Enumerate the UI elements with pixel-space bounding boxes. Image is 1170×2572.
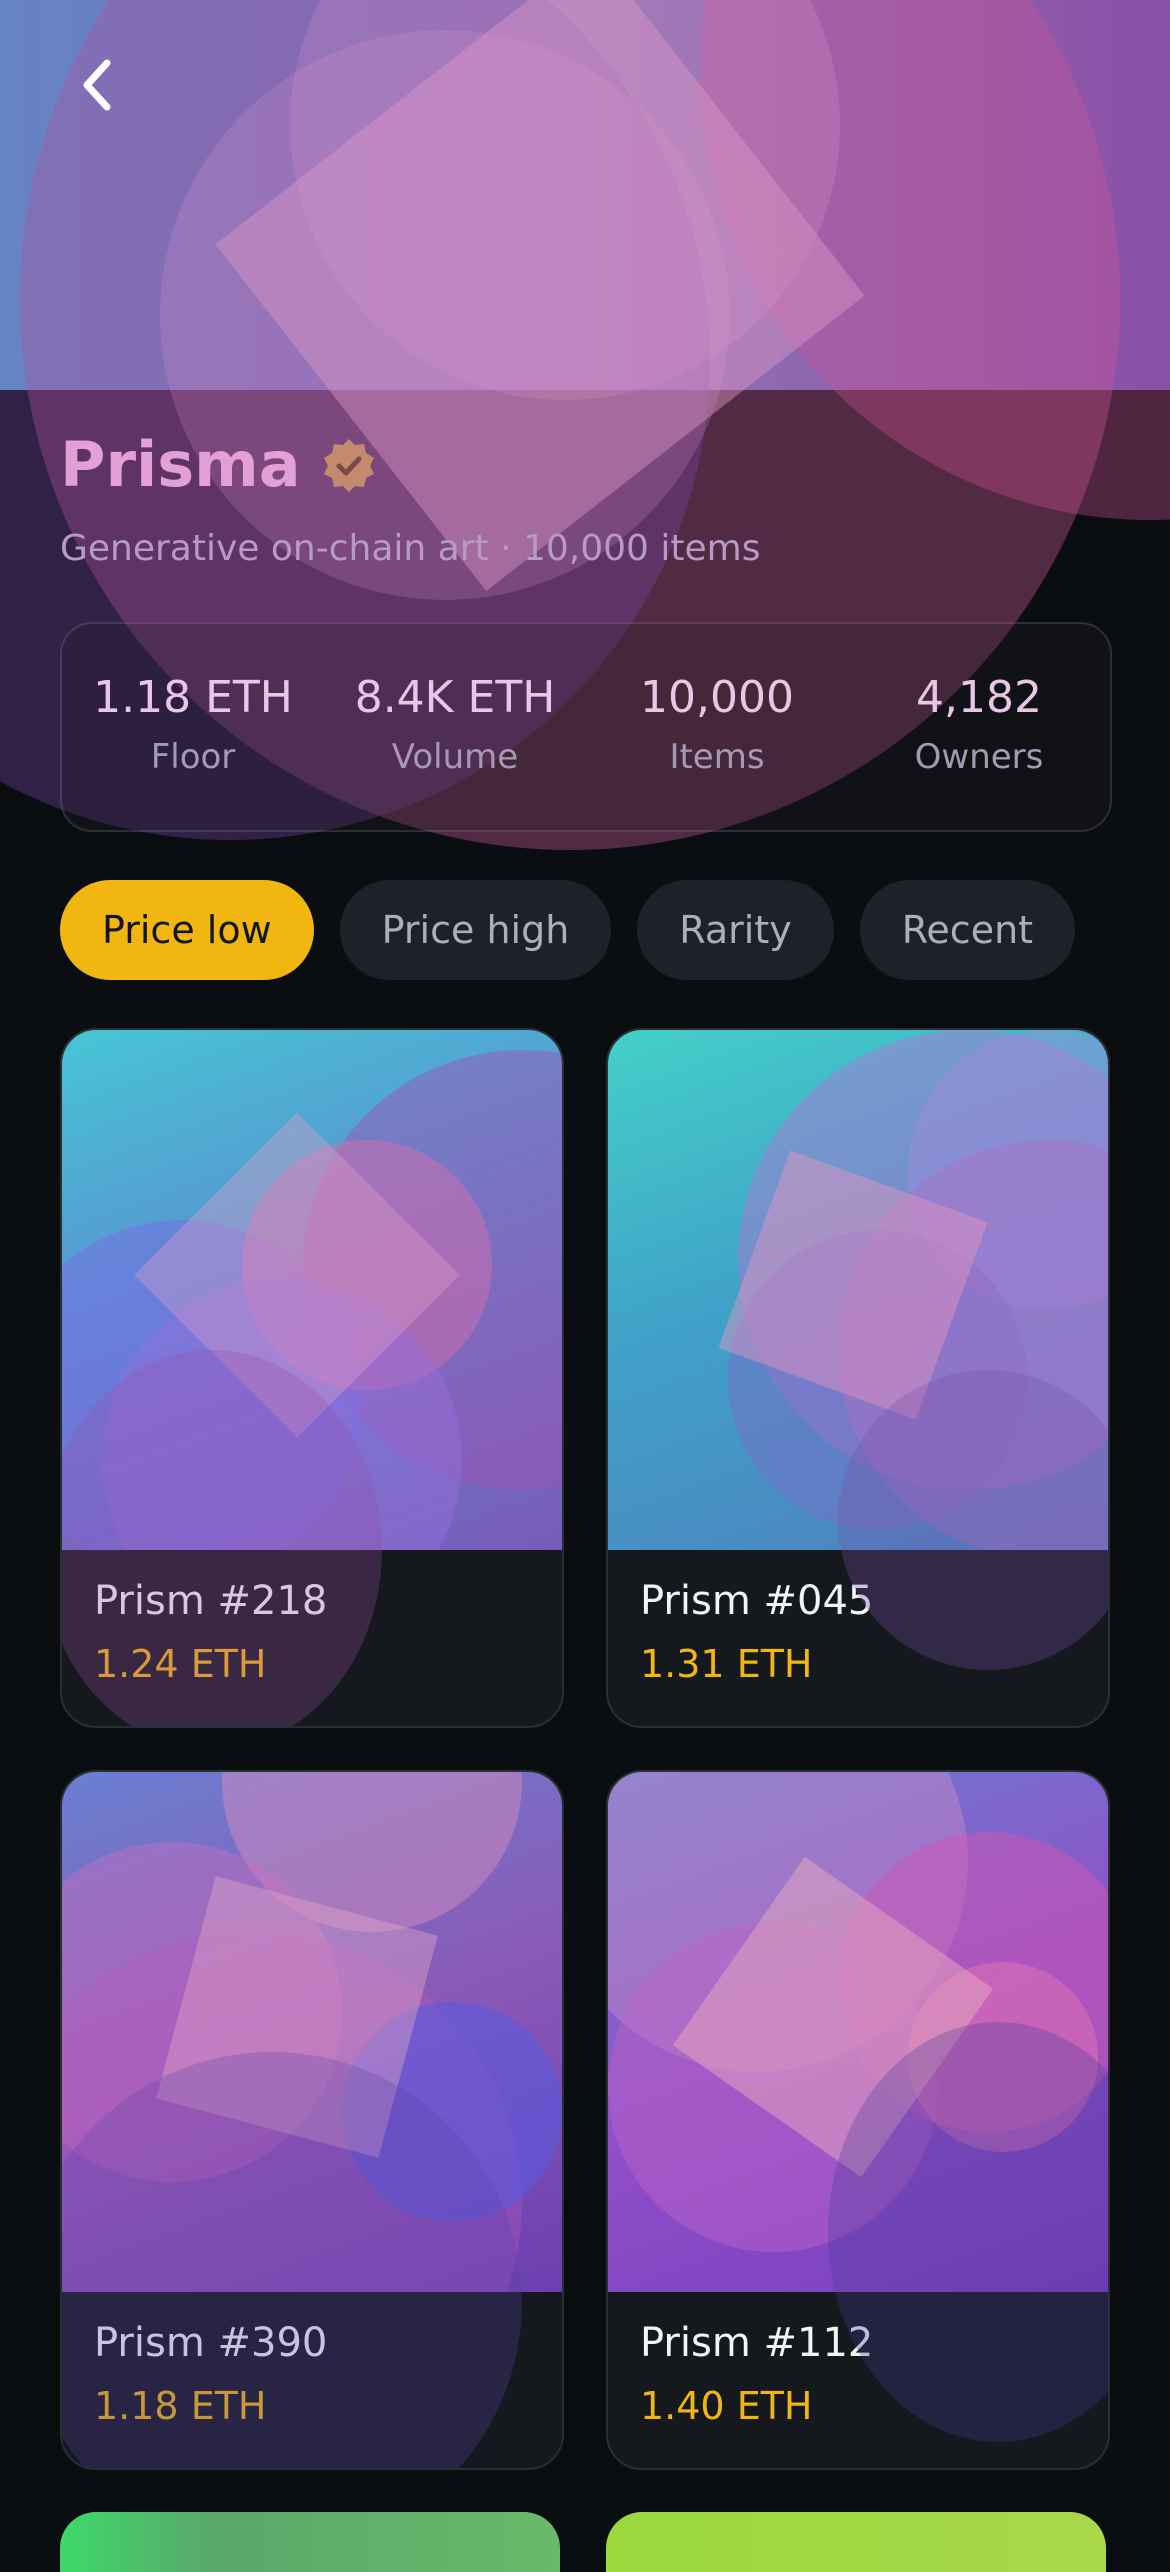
stat-volume: 8.4K ETH Volume — [324, 672, 586, 777]
stat-value: 1.18 ETH — [93, 672, 293, 723]
nft-price: 1.24 ETH — [94, 1642, 267, 1686]
nft-card-218[interactable]: Prism #218 1.24 ETH — [60, 1028, 564, 1728]
stat-label: Volume — [391, 737, 519, 777]
nft-card-390[interactable]: Prism #390 1.18 ETH — [60, 1770, 564, 2470]
nft-name: Prism #112 — [640, 2320, 874, 2366]
nft-artwork — [608, 1030, 1108, 1550]
nft-card-112[interactable]: Prism #112 1.40 ETH — [606, 1770, 1110, 2470]
chip-rarity[interactable]: Rarity — [637, 880, 834, 980]
nft-card-045[interactable]: Prism #045 1.31 ETH — [606, 1028, 1110, 1728]
nft-price: 1.40 ETH — [640, 2384, 813, 2428]
stat-value: 4,182 — [916, 672, 1042, 723]
stat-value: 10,000 — [640, 672, 794, 723]
stat-label: Items — [669, 737, 765, 777]
verified-badge-icon — [323, 438, 374, 492]
chip-price-high[interactable]: Price high — [339, 880, 612, 980]
chevron-left-icon — [83, 59, 111, 111]
stat-owners: 4,182 Owners — [848, 672, 1110, 777]
stat-value: 8.4K ETH — [354, 672, 556, 723]
stat-label: Floor — [150, 737, 236, 777]
nft-info: Prism #112 1.40 ETH — [608, 2292, 1108, 2468]
collection-title: Prisma — [60, 428, 301, 501]
nft-info: Prism #218 1.24 ETH — [62, 1550, 562, 1726]
collection-title-row: Prisma — [60, 428, 377, 501]
stat-floor: 1.18 ETH Floor — [62, 672, 324, 777]
collection-banner — [0, 0, 1170, 390]
sort-chips: Price low Price high Rarity Recent — [60, 880, 1076, 980]
nft-card-peek[interactable] — [60, 2512, 560, 2572]
stats-panel: 1.18 ETH Floor 8.4K ETH Volume 10,000 It… — [60, 622, 1112, 832]
nft-artwork — [62, 1030, 562, 1550]
nft-name: Prism #390 — [94, 2320, 328, 2366]
back-button[interactable] — [62, 50, 132, 120]
nft-name: Prism #218 — [94, 1578, 328, 1624]
nft-price: 1.31 ETH — [640, 1642, 813, 1686]
nft-name: Prism #045 — [640, 1578, 874, 1624]
stat-label: Owners — [914, 737, 1044, 777]
collection-subtitle: Generative on-chain art · 10,000 items — [60, 528, 761, 569]
nft-card-peek[interactable] — [606, 2512, 1106, 2572]
chip-price-low[interactable]: Price low — [60, 880, 314, 980]
stat-items: 10,000 Items — [586, 672, 848, 777]
nft-artwork — [608, 1772, 1108, 2292]
chip-recent[interactable]: Recent — [859, 880, 1076, 980]
nft-info: Prism #045 1.31 ETH — [608, 1550, 1108, 1726]
nft-price: 1.18 ETH — [94, 2384, 267, 2428]
nft-artwork — [62, 1772, 562, 2292]
nft-info: Prism #390 1.18 ETH — [62, 2292, 562, 2468]
